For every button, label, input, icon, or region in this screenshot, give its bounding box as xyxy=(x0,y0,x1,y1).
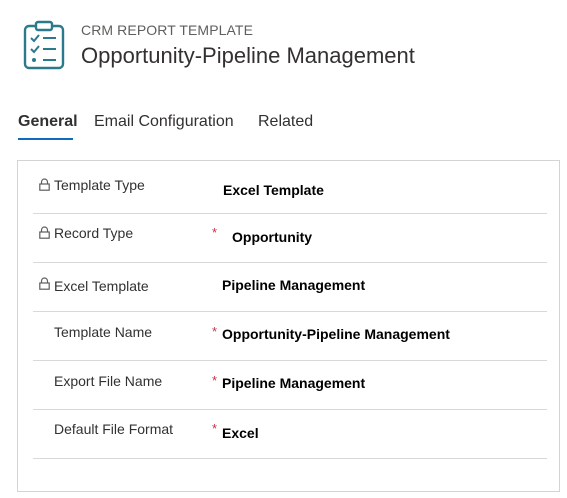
active-tab-indicator xyxy=(18,138,73,140)
general-section: Template Type Excel Template Record Type… xyxy=(17,160,560,492)
field-label: Record Type xyxy=(54,225,134,241)
field-row-default-file-format: Default File Format * Excel xyxy=(33,410,547,459)
record-type-value[interactable]: Opportunity xyxy=(232,229,312,245)
lock-icon xyxy=(39,226,50,239)
report-template-icon xyxy=(23,20,65,70)
export-file-name-value[interactable]: Pipeline Management xyxy=(222,375,365,391)
required-indicator: * xyxy=(212,421,218,436)
field-label: Default File Format xyxy=(54,421,174,437)
field-label: Template Name xyxy=(54,324,153,340)
template-name-value[interactable]: Opportunity-Pipeline Management xyxy=(222,326,450,342)
tab-general[interactable]: General xyxy=(18,113,78,131)
field-row-export-file-name: Export File Name * Pipeline Management xyxy=(33,361,547,410)
required-indicator: * xyxy=(212,225,218,240)
tab-related[interactable]: Related xyxy=(258,113,313,131)
field-label: Template Type xyxy=(54,177,145,193)
lock-icon xyxy=(39,178,50,191)
field-label: Excel Template xyxy=(54,278,149,294)
record-header: CRM REPORT TEMPLATE Opportunity-Pipeline… xyxy=(0,0,567,90)
lock-icon xyxy=(39,277,50,290)
field-row-record-type: Record Type * Opportunity xyxy=(33,214,547,263)
tab-email-configuration[interactable]: Email Configuration xyxy=(94,113,234,131)
default-file-format-value[interactable]: Excel xyxy=(222,425,259,441)
field-row-excel-template: Excel Template Pipeline Management xyxy=(33,263,547,312)
record-title: Opportunity-Pipeline Management xyxy=(81,43,415,68)
field-row-template-name: Template Name * Opportunity-Pipeline Man… xyxy=(33,312,547,361)
field-label: Export File Name xyxy=(54,373,163,389)
required-indicator: * xyxy=(212,324,218,339)
required-indicator: * xyxy=(212,373,218,388)
field-row-template-type: Template Type Excel Template xyxy=(33,161,547,214)
excel-template-value[interactable]: Pipeline Management xyxy=(222,277,365,293)
entity-type-label: CRM REPORT TEMPLATE xyxy=(81,22,254,38)
template-type-value[interactable]: Excel Template xyxy=(223,182,324,198)
